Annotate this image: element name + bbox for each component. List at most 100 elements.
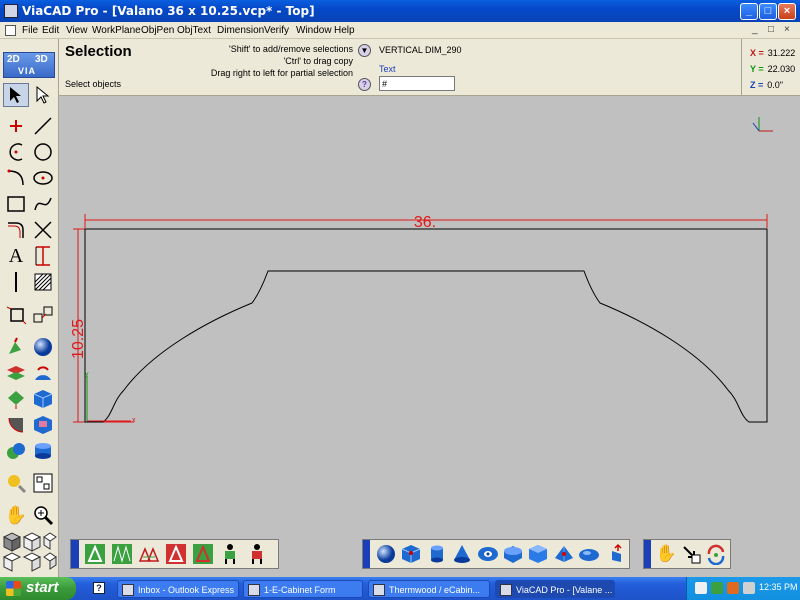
ellipse-tool[interactable] — [30, 166, 56, 190]
minimize-button[interactable]: _ — [740, 3, 758, 20]
light-tool[interactable] — [3, 471, 29, 495]
select-red-figure-button[interactable] — [245, 542, 269, 566]
line-icon — [34, 117, 52, 135]
task-thermwood[interactable]: Thermwood / eCabin... — [368, 580, 490, 598]
workplane-tool[interactable] — [3, 303, 29, 327]
torus-button[interactable] — [476, 542, 498, 566]
strip-grip[interactable] — [71, 540, 79, 568]
cone-button[interactable] — [451, 542, 473, 566]
y-label: Y = — [750, 64, 764, 74]
dim-width-label[interactable]: 36. — [414, 214, 436, 231]
tangent-arc-tool[interactable] — [3, 166, 29, 190]
text-field[interactable] — [379, 76, 455, 91]
help-button[interactable]: ? — [358, 78, 371, 91]
box-arrow-icon — [611, 543, 622, 562]
spline-tool[interactable] — [30, 192, 56, 216]
boolean-tool[interactable] — [3, 439, 29, 463]
layers-tool[interactable] — [30, 471, 56, 495]
hatch-tool[interactable] — [30, 270, 56, 294]
select-edit-button[interactable] — [191, 542, 215, 566]
menu-verify[interactable]: Verify — [264, 25, 289, 36]
tray-network-icon[interactable] — [711, 582, 723, 594]
select-tool[interactable] — [3, 83, 29, 107]
tray-volume-icon[interactable] — [743, 582, 755, 594]
menu-window[interactable]: Window — [296, 25, 332, 36]
view-cube-grid[interactable] — [0, 531, 58, 575]
solid-box-button[interactable] — [400, 542, 422, 566]
select-all-button[interactable] — [83, 542, 107, 566]
dimension-tool[interactable] — [30, 244, 56, 268]
task-outlook-express[interactable]: Inbox - Outlook Express — [117, 580, 239, 598]
partial-select-tool[interactable] — [30, 83, 56, 107]
divider-tool[interactable] — [3, 270, 29, 294]
mdi-minimize-button[interactable]: _ — [752, 24, 758, 35]
select-chain-button[interactable] — [110, 542, 134, 566]
menu-objtext[interactable]: ObjText — [177, 25, 211, 36]
select-region-button[interactable] — [164, 542, 188, 566]
select-green-figure-button[interactable] — [218, 542, 242, 566]
clock[interactable]: 12:35 PM — [759, 582, 798, 592]
view-mode-badge[interactable]: 2D 3D VIA — [3, 52, 55, 78]
drawing-canvas[interactable]: 36. 10.25 x y — [59, 96, 800, 577]
menu-help[interactable]: Help — [334, 25, 355, 36]
profile-curve[interactable] — [84, 228, 768, 423]
extrude-tool[interactable] — [3, 335, 29, 359]
hand-zoom-button[interactable] — [680, 542, 702, 566]
trim-tool[interactable] — [30, 218, 56, 242]
document-icon[interactable] — [5, 25, 16, 36]
box-arrow-button[interactable] — [604, 542, 626, 566]
menu-objpen[interactable]: ObjPen — [141, 25, 174, 36]
task-viacad[interactable]: ViaCAD Pro - [Valane ... — [495, 580, 615, 598]
task-e-cabinet-form[interactable]: 1-E-Cabinet Form — [243, 580, 363, 598]
snap-tool[interactable] — [30, 303, 56, 327]
start-button[interactable]: start — [0, 577, 76, 600]
zoom-tool[interactable] — [30, 503, 56, 527]
text-tool[interactable]: A — [3, 244, 29, 268]
sphere-tool[interactable] — [30, 335, 56, 359]
menu-workplane[interactable]: WorkPlane — [92, 25, 141, 36]
menu-view[interactable]: View — [66, 25, 88, 36]
planes-tool[interactable] — [3, 361, 29, 385]
sphere-button[interactable] — [374, 542, 396, 566]
quick-launch-help-icon[interactable]: ? — [93, 582, 105, 594]
maximize-button[interactable]: □ — [759, 3, 777, 20]
menu-edit[interactable]: Edit — [42, 25, 59, 36]
ellipsoid-button[interactable] — [578, 542, 600, 566]
sphere-hole-button[interactable] — [502, 542, 524, 566]
strip-grip[interactable] — [644, 540, 652, 568]
circle-tool[interactable] — [30, 140, 56, 164]
close-button[interactable]: × — [778, 3, 796, 20]
box-tool[interactable] — [30, 387, 56, 411]
mdi-close-button[interactable]: × — [784, 24, 790, 35]
select-similar-button[interactable] — [137, 542, 161, 566]
strip-grip[interactable] — [363, 540, 371, 568]
shell-tool[interactable] — [30, 413, 56, 437]
menu-file[interactable]: File — [22, 25, 38, 36]
mdi-restore-button[interactable]: □ — [768, 24, 774, 35]
cylinder-tool[interactable] — [30, 439, 56, 463]
point-tool[interactable] — [3, 114, 29, 138]
app-icon[interactable] — [4, 4, 18, 18]
loft-tool[interactable] — [3, 387, 29, 411]
cone-icon — [454, 545, 471, 563]
hand-pan-button[interactable]: ✋ — [655, 542, 677, 566]
dropdown-button[interactable]: ▼ — [358, 44, 371, 57]
select-red-figure-icon — [252, 544, 262, 564]
rotate-button[interactable] — [705, 542, 727, 566]
menu-dimension[interactable]: Dimension — [217, 25, 264, 36]
tray-printer-icon[interactable] — [695, 582, 707, 594]
pyramid-button[interactable] — [553, 542, 575, 566]
rectangle-tool[interactable] — [3, 192, 29, 216]
dim-height-label[interactable]: 10.25 — [70, 319, 87, 359]
fillet-solid-tool[interactable] — [3, 413, 29, 437]
select-green-figure-icon — [225, 544, 235, 564]
fillet-tool[interactable] — [3, 218, 29, 242]
cube-button[interactable] — [527, 542, 549, 566]
revolve-tool[interactable] — [30, 361, 56, 385]
pan-tool[interactable]: ✋ — [3, 503, 29, 527]
windows-flag-icon — [6, 581, 21, 596]
tray-antivirus-icon[interactable] — [727, 582, 739, 594]
line-tool[interactable] — [30, 114, 56, 138]
cylinder-button[interactable] — [425, 542, 447, 566]
arc-tool[interactable] — [3, 140, 29, 164]
